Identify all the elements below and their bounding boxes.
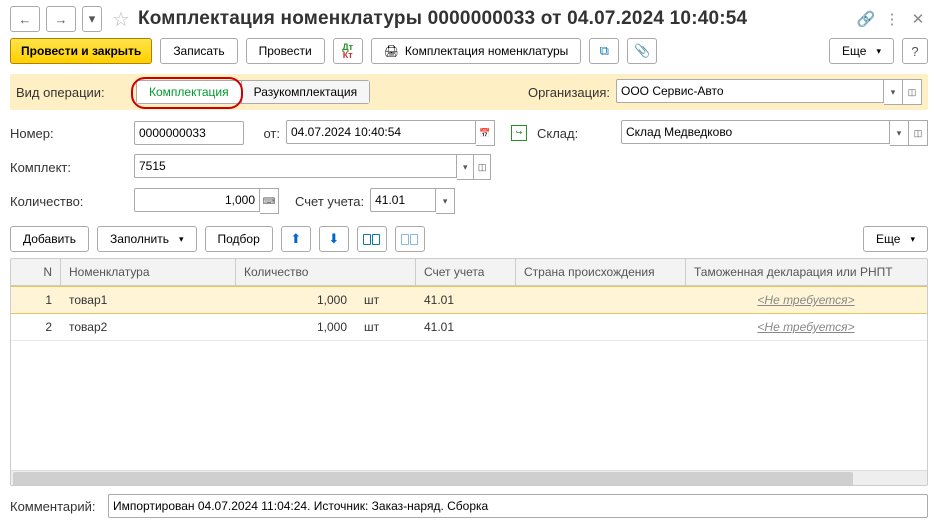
nav-history[interactable]: ▾	[82, 6, 102, 32]
operation-label: Вид операции:	[16, 85, 130, 100]
table-row[interactable]: 1товар11,000шт41.01<Не требуется>	[11, 286, 927, 314]
print-button[interactable]: 🖨Комплектация номенклатуры	[371, 38, 582, 64]
close-icon[interactable]: ✕	[908, 9, 928, 29]
col-ctry[interactable]: Страна происхождения	[516, 259, 686, 285]
qty-calc[interactable]: ⌨	[260, 188, 279, 214]
copydisabled-icon	[401, 234, 418, 245]
date-picker[interactable]: 📅	[476, 120, 495, 146]
fill-button[interactable]: Заполнить▾	[97, 226, 196, 252]
add-button[interactable]: Добавить	[10, 226, 89, 252]
decl-link[interactable]: <Не требуется>	[757, 293, 854, 307]
down-icon: ⬇	[328, 231, 339, 247]
col-decl[interactable]: Таможенная декларация или РНПТ	[686, 259, 927, 285]
wh-dropdown[interactable]: ▾	[890, 120, 909, 146]
write-button[interactable]: Записать	[160, 38, 237, 64]
clip-icon: 📎	[634, 43, 650, 59]
page-title: Комплектация номенклатуры 0000000033 от …	[138, 8, 850, 30]
movedown-button[interactable]: ⬇	[319, 226, 349, 252]
kebab-icon[interactable]: ⋮	[882, 9, 902, 29]
num-label: Номер:	[10, 126, 128, 141]
help-button[interactable]: ?	[902, 38, 928, 64]
comment-input[interactable]	[108, 494, 928, 518]
org-label: Организация:	[528, 85, 610, 100]
org-input[interactable]	[616, 79, 884, 103]
wh-open[interactable]: ◫	[909, 120, 928, 146]
printer-icon: 🖨	[384, 44, 399, 58]
wh-label: Склад:	[537, 126, 615, 141]
kit-label: Комплект:	[10, 160, 128, 175]
structure-icon: ⧉	[600, 43, 609, 59]
post-button[interactable]: Провести	[246, 38, 325, 64]
copy1-button[interactable]	[357, 226, 387, 252]
wh-input[interactable]	[621, 120, 890, 144]
pick-button[interactable]: Подбор	[205, 226, 273, 252]
org-open[interactable]: ◫	[903, 79, 922, 105]
seg-razukomplektacia[interactable]: Разукомплектация	[241, 81, 370, 103]
kit-dropdown[interactable]: ▾	[457, 154, 474, 180]
more-button[interactable]: Еще▾	[829, 38, 894, 64]
kit-open[interactable]: ◫	[474, 154, 491, 180]
org-dropdown[interactable]: ▾	[884, 79, 903, 105]
col-n[interactable]: N	[11, 259, 61, 285]
copy-icon	[363, 234, 380, 245]
col-acc[interactable]: Счет учета	[416, 259, 516, 285]
comment-label: Комментарий:	[10, 499, 100, 514]
decl-link[interactable]: <Не требуется>	[757, 320, 854, 334]
post-and-close-button[interactable]: Провести и закрыть	[10, 38, 152, 64]
qty-input[interactable]	[134, 188, 260, 212]
table-row[interactable]: 2товар21,000шт41.01<Не требуется>	[11, 314, 927, 341]
seg-komplektacia[interactable]: Комплектация	[137, 81, 241, 103]
col-qty[interactable]: Количество	[236, 259, 416, 285]
dtkt-button[interactable]: ДтКт	[333, 38, 363, 64]
nav-back[interactable]: ←	[10, 6, 40, 32]
nav-fwd[interactable]: →	[46, 6, 76, 32]
date-label: от:	[250, 126, 280, 141]
h-scrollbar[interactable]	[11, 470, 927, 485]
num-input[interactable]	[134, 121, 244, 145]
acc-label: Счет учета:	[295, 194, 364, 209]
table-more-button[interactable]: Еще▾	[863, 226, 928, 252]
items-table: N Номенклатура Количество Счет учета Стр…	[10, 258, 928, 486]
operation-segment: Комплектация Разукомплектация	[136, 80, 370, 104]
link-icon[interactable]: 🔗	[856, 9, 876, 29]
col-nom[interactable]: Номенклатура	[61, 259, 236, 285]
favorite-icon[interactable]: ☆	[112, 7, 130, 32]
copy2-button[interactable]	[395, 226, 425, 252]
up-icon: ⬆	[290, 231, 301, 247]
acc-input[interactable]	[370, 188, 436, 212]
date-input[interactable]	[286, 120, 476, 144]
kit-input[interactable]	[134, 154, 457, 178]
attach-button[interactable]: 📎	[627, 38, 657, 64]
qty-label: Количество:	[10, 194, 128, 209]
status-icon: ↪	[511, 125, 527, 141]
moveup-button[interactable]: ⬆	[281, 226, 311, 252]
acc-dropdown[interactable]: ▾	[436, 188, 455, 214]
structure-button[interactable]: ⧉	[589, 38, 619, 64]
